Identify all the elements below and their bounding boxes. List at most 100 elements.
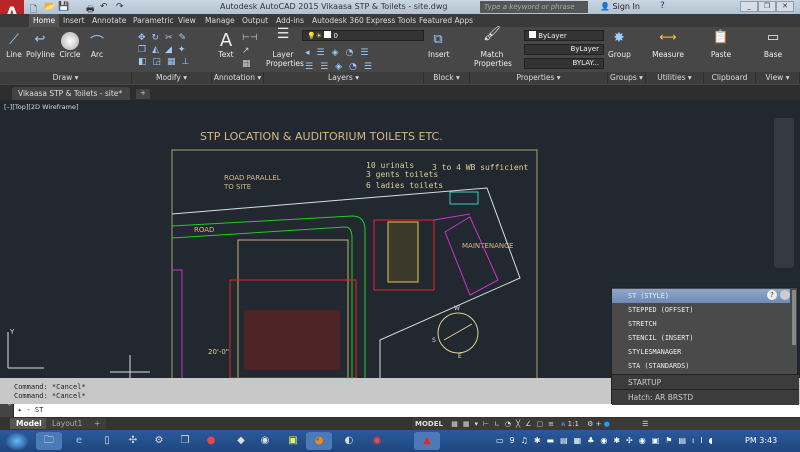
text-button[interactable]: A Text [216,30,236,59]
minimize-button[interactable]: _ [740,1,758,12]
insert-button[interactable]: ⧉ Insert [428,32,450,59]
globe-icon[interactable] [780,290,790,300]
ie-icon[interactable]: e [66,432,92,450]
autocomplete-section-hatch[interactable]: Hatch: AR BRSTD [612,389,799,405]
app-icon[interactable]: ✣ [120,432,146,450]
save-icon[interactable]: 💾 [58,2,69,12]
tab-insert[interactable]: Insert [59,14,89,27]
match-properties-button[interactable]: 🖌 Match Properties [474,27,512,68]
array-icon[interactable]: ▦ [167,57,182,67]
app-icon[interactable]: ▣ [280,432,306,450]
annotation-panel-label[interactable]: Annotation ▾ [212,72,264,84]
draw-panel-label[interactable]: Draw ▾ [0,72,132,84]
tab-parametric[interactable]: Parametric [129,14,178,27]
viewport-controls[interactable]: [–][Top][2D Wireframe] [4,103,79,111]
rotate-icon[interactable]: ↻ [152,33,166,43]
new-tab-button[interactable]: + [136,89,150,99]
autocomplete-item[interactable]: ST (STYLE) [612,289,790,303]
autocomplete-section-startup[interactable]: STARTUP [612,374,799,390]
properties-panel-label[interactable]: Properties ▾ [470,72,608,84]
trim-icon[interactable]: ✂ [165,33,179,43]
circle-button[interactable]: Circle [58,32,82,59]
navigation-bar[interactable] [774,118,794,268]
base-button[interactable]: ▭ Base [760,30,786,59]
app-icon[interactable]: ⚙ [146,432,172,450]
paste-button[interactable]: 📋 Paste [708,30,734,59]
drafting-toggles[interactable]: ▦▦▾⊢∟◔╳∠▢≡ [451,420,559,428]
polyline-button[interactable]: ↩ Polyline [26,32,55,59]
modify-panel-label[interactable]: Modify ▾ [132,72,212,84]
offset-icon[interactable]: ⊥ [182,57,196,67]
sign-in-button[interactable]: 👤 Sign In [600,2,640,11]
copy-icon[interactable]: ❐ [138,45,152,55]
undo-icon[interactable]: ↶ [100,2,108,12]
system-tray[interactable]: ▭9♫✱▬▤▦♣◉✱✣◉▣⚑▤ıl◖ [496,436,719,445]
new-layout-button[interactable]: + [88,418,107,429]
move-icon[interactable]: ✥ [138,33,152,43]
explorer-icon[interactable]: 🗀 [36,432,62,450]
annotation-tools[interactable]: ⊢⊣ ↗ ▦ [242,32,258,71]
modify-tools[interactable]: ✥↻✂✎ ❐◭◢✦ ◧◲▦⊥ [138,32,208,70]
menu-icon[interactable]: ☰ [642,420,648,428]
autocomplete-item[interactable]: STRETCH [612,317,790,331]
table-icon[interactable]: ▦ [242,59,251,69]
arc-button[interactable]: ⌒ Arc [86,32,108,59]
app-icon[interactable]: ❐ [172,432,198,450]
layer-properties-button[interactable]: ☰ Layer Properties [266,27,304,68]
block-panel-label[interactable]: Block ▾ [424,72,470,84]
help-icon[interactable]: ? [660,1,665,11]
start-button[interactable] [6,432,28,450]
chrome-icon[interactable]: ◉ [364,432,390,450]
lineweight-dropdown[interactable]: BYLAY... [524,58,604,69]
erase-icon[interactable]: ✎ [179,33,193,43]
tab-output[interactable]: Output [238,14,272,27]
tab-annotate[interactable]: Annotate [88,14,130,27]
scrollbar[interactable] [792,290,796,345]
search-input[interactable]: Type a keyword or phrase [480,1,588,13]
tab-autodesk-360[interactable]: Autodesk 360 [308,14,368,27]
layer-tools[interactable]: ◂☰◈◔☰ ☰☰◈◔☰ [305,46,379,74]
tab-model[interactable]: Model [10,418,48,429]
maximize-button[interactable]: ❐ [758,1,776,12]
leader-icon[interactable]: ↗ [242,46,250,56]
help-icon[interactable]: ? [767,290,777,300]
dimension-icon[interactable]: ⊢⊣ [242,33,258,43]
mirror-icon[interactable]: ◭ [152,45,165,55]
close-button[interactable]: ✕ [776,1,794,12]
firefox-icon[interactable]: ◕ [306,432,332,450]
autocad-taskbar-icon[interactable]: ▲ [414,432,440,450]
autocomplete-item[interactable]: STA (STANDARDS) [612,359,790,373]
file-tab[interactable]: Vikaasa STP & Toilets - site* × [12,87,130,111]
tab-express-tools[interactable]: Express Tools [362,14,420,27]
app-icon[interactable]: ◐ [336,432,362,450]
isolate-icon[interactable]: ● [604,420,610,428]
measure-button[interactable]: ⟷ Measure [650,30,686,59]
app-icon[interactable]: ▯ [94,432,120,450]
app-icon[interactable]: ◆ [228,432,254,450]
tab-home[interactable]: Home [29,14,60,27]
redo-icon[interactable]: ↷ [116,2,124,12]
groups-panel-label[interactable]: Groups ▾ [608,72,646,84]
utilities-panel-label[interactable]: Utilities ▾ [646,72,704,84]
autocomplete-item[interactable]: STENCIL (INSERT) [612,331,790,345]
tab-featured-apps[interactable]: Featured Apps [415,14,477,27]
tab-manage[interactable]: Manage [201,14,239,27]
open-icon[interactable]: 📂 [44,2,55,12]
scale-icon[interactable]: ◲ [153,57,168,67]
stretch-icon[interactable]: ◧ [138,57,153,67]
layer-dropdown[interactable]: 💡☀ 0 [302,30,424,41]
gear-icon[interactable]: ⚙ [587,420,593,428]
app-icon[interactable]: ◉ [252,432,278,450]
annotation-scale[interactable]: 1:1 [568,420,579,428]
layers-panel-label[interactable]: Layers ▾ [264,72,424,84]
autocomplete-item[interactable]: STEPPED (OFFSET) [612,303,790,317]
color-dropdown[interactable]: ByLayer [524,30,604,41]
autocomplete-item[interactable]: STYLESMANAGER [612,345,790,359]
app-icon[interactable]: ● [198,432,224,450]
line-button[interactable]: ⟋ Line [4,32,24,59]
view-panel-label[interactable]: View ▾ [756,72,800,84]
group-button[interactable]: ✸ Group [608,30,631,59]
fillet-icon[interactable]: ◢ [165,45,178,55]
explode-icon[interactable]: ✦ [178,45,192,55]
annotation-icon[interactable]: ጰ [561,420,565,428]
